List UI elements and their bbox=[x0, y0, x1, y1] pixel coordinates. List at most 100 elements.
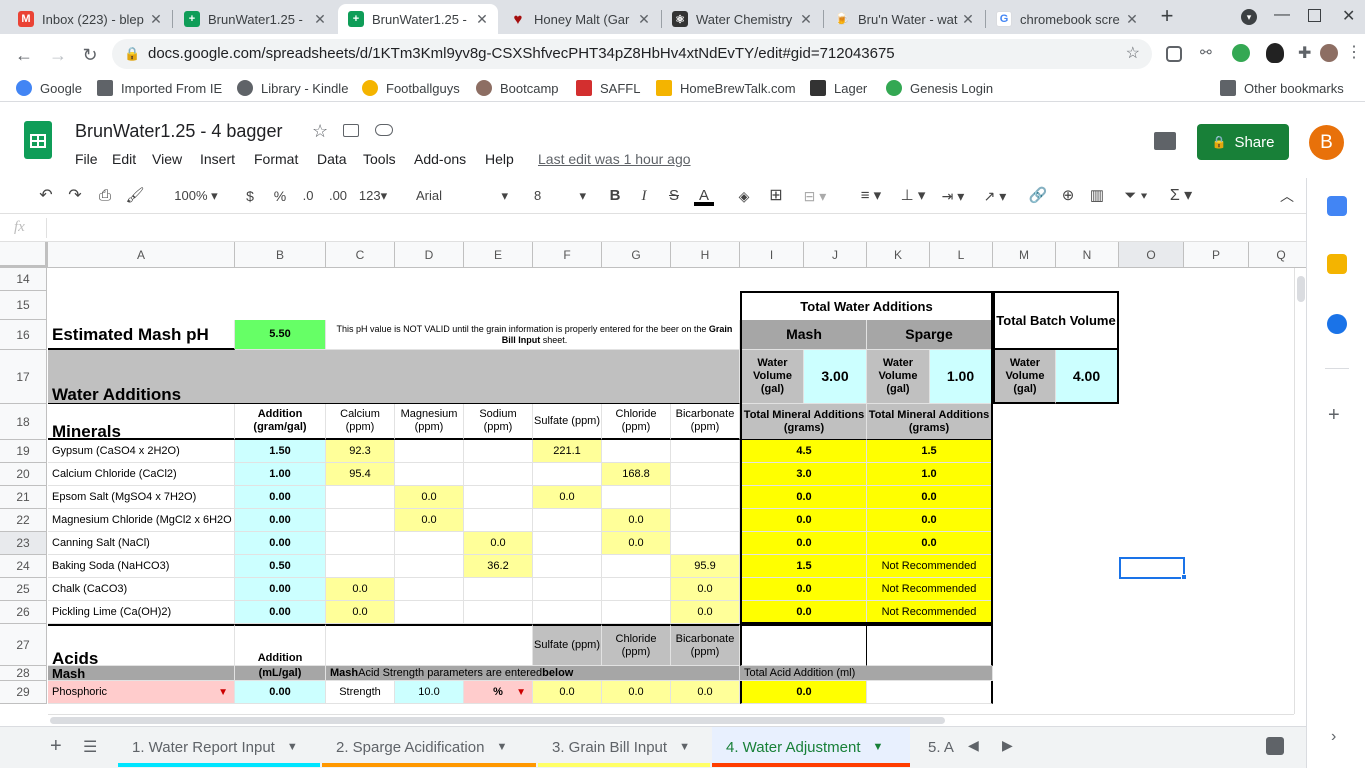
mineral-hco3-cell[interactable] bbox=[671, 509, 740, 532]
bookmark-star-icon[interactable]: ☆ bbox=[1126, 39, 1140, 69]
mash-mineral-total[interactable]: 3.0 bbox=[740, 463, 867, 486]
mineral-hco3-cell[interactable]: 0.0 bbox=[671, 578, 740, 601]
calcium-header[interactable]: Calcium (ppm) bbox=[326, 404, 395, 440]
mineral-ca-cell[interactable]: 0.0 bbox=[326, 601, 395, 624]
mash-acid-label[interactable]: Mash bbox=[48, 666, 235, 681]
minimize-icon[interactable]: — bbox=[1274, 6, 1290, 24]
mineral-addition-input[interactable]: 1.00 bbox=[235, 463, 326, 486]
mineral-so4-cell[interactable] bbox=[533, 532, 602, 555]
mash-mineral-total-header[interactable]: Total Mineral Additions (grams) bbox=[740, 404, 867, 440]
all-sheets-icon[interactable]: ☰ bbox=[83, 737, 97, 757]
row-header[interactable]: 23 bbox=[0, 532, 47, 555]
text-wrap-icon[interactable]: ⇥ ▾ bbox=[936, 186, 970, 206]
bookmark-lager[interactable]: Lager bbox=[810, 80, 867, 96]
sheet-tab-water-adjustment[interactable]: 4. Water Adjustment ▼ bbox=[712, 727, 910, 767]
move-folder-icon[interactable] bbox=[343, 124, 359, 137]
sheet-tab-grain-bill[interactable]: 3. Grain Bill Input ▼ bbox=[538, 727, 710, 767]
sparge-mineral-total[interactable]: 0.0 bbox=[867, 532, 993, 555]
close-icon[interactable]: ✕ bbox=[146, 11, 166, 28]
mineral-addition-input[interactable]: 1.50 bbox=[235, 440, 326, 463]
addition-header[interactable]: Addition (gram/gal) bbox=[235, 404, 326, 440]
row-header[interactable]: 25 bbox=[0, 578, 47, 601]
sulfate-header[interactable]: Sulfate (ppm) bbox=[533, 404, 602, 440]
mineral-so4-cell[interactable] bbox=[533, 601, 602, 624]
mash-water-volume-label[interactable]: Water Volume (gal) bbox=[740, 350, 804, 404]
grammarly-icon[interactable] bbox=[1232, 44, 1250, 62]
mash-mineral-total[interactable]: 0.0 bbox=[740, 532, 867, 555]
vertical-scroll-thumb[interactable] bbox=[1297, 276, 1305, 302]
mineral-ca-cell[interactable]: 92.3 bbox=[326, 440, 395, 463]
close-icon[interactable]: ✕ bbox=[634, 11, 654, 28]
formula-input[interactable] bbox=[50, 217, 1300, 239]
row-header[interactable]: 14 bbox=[0, 268, 47, 291]
more-formats[interactable]: 123▾ bbox=[356, 186, 390, 206]
mineral-addition-input[interactable]: 0.00 bbox=[235, 486, 326, 509]
url-input[interactable]: 🔒 docs.google.com/spreadsheets/d/1KTm3Km… bbox=[112, 39, 1152, 69]
sheet-tab-5[interactable]: 5. A bbox=[914, 727, 956, 767]
add-sheet-button[interactable]: + bbox=[50, 735, 62, 758]
back-button[interactable]: ← bbox=[10, 42, 38, 68]
mineral-na-cell[interactable] bbox=[464, 509, 533, 532]
mineral-mg-cell[interactable]: 0.0 bbox=[395, 486, 464, 509]
mineral-cl-cell[interactable] bbox=[602, 440, 671, 463]
sheet-tab-sparge[interactable]: 2. Sparge Acidification ▼ bbox=[322, 727, 536, 767]
mineral-name[interactable]: Epsom Salt (MgSO4 x 7H2O) bbox=[48, 486, 235, 509]
row-header[interactable]: 20 bbox=[0, 463, 47, 486]
sparge-mineral-total[interactable]: Not Recommended bbox=[867, 601, 993, 624]
water-additions-header[interactable]: Water Additions bbox=[48, 350, 740, 404]
mineral-name[interactable]: Chalk (CaCO3) bbox=[48, 578, 235, 601]
mineral-cl-cell[interactable] bbox=[602, 555, 671, 578]
menu-format[interactable]: Format bbox=[254, 151, 298, 167]
close-icon[interactable]: ✕ bbox=[310, 11, 330, 28]
total-water-additions-header[interactable]: Total Water Additions bbox=[740, 291, 993, 320]
browser-tab-sheets-1[interactable]: + BrunWater1.25 - ✕ bbox=[174, 4, 336, 34]
total-batch-volume-header[interactable]: Total Batch Volume bbox=[993, 291, 1119, 350]
new-tab-button[interactable]: + bbox=[1156, 5, 1178, 28]
mineral-name[interactable]: Magnesium Chloride (MgCl2 x 6H2O bbox=[48, 509, 235, 532]
menu-tools[interactable]: Tools bbox=[363, 151, 396, 167]
scroll-tabs-right-icon[interactable]: ▶ bbox=[1002, 737, 1013, 754]
row-header[interactable]: 22 bbox=[0, 509, 47, 532]
puzzle-icon[interactable]: ✚ bbox=[1298, 43, 1311, 63]
calendar-icon[interactable] bbox=[1327, 196, 1347, 216]
strength-unit-select[interactable]: % ▼ bbox=[464, 681, 533, 704]
column-header[interactable]: N bbox=[1056, 242, 1119, 268]
browser-tab-chromebook[interactable]: G chromebook scre ✕ bbox=[986, 4, 1148, 34]
row-header[interactable]: 15 bbox=[0, 291, 47, 320]
browser-tab-gmail[interactable]: M Inbox (223) - blep ✕ bbox=[8, 4, 172, 34]
restore-icon[interactable] bbox=[1308, 9, 1321, 22]
mineral-mg-cell[interactable] bbox=[395, 601, 464, 624]
fill-handle[interactable] bbox=[1181, 574, 1187, 580]
mash-acid-strength-note[interactable]: Mash Acid Strength parameters are entere… bbox=[326, 666, 740, 681]
acid-chloride-value[interactable]: 0.0 bbox=[602, 681, 671, 704]
column-header[interactable]: M bbox=[993, 242, 1056, 268]
paint-format-icon[interactable]: 🖌 bbox=[125, 186, 145, 206]
redo-icon[interactable]: ↷ bbox=[65, 186, 85, 206]
mash-mineral-total[interactable]: 0.0 bbox=[740, 509, 867, 532]
mineral-mg-cell[interactable] bbox=[395, 463, 464, 486]
mineral-na-cell[interactable] bbox=[464, 486, 533, 509]
tab-search-icon[interactable]: ▾ bbox=[1241, 9, 1257, 25]
sparge-water-volume-label[interactable]: Water Volume (gal) bbox=[867, 350, 930, 404]
horizontal-scrollbar[interactable] bbox=[48, 714, 1294, 726]
column-header[interactable]: L bbox=[930, 242, 993, 268]
mineral-addition-input[interactable]: 0.00 bbox=[235, 601, 326, 624]
acid-addition-input[interactable]: 0.00 bbox=[235, 681, 326, 704]
increase-decimal[interactable]: .00 bbox=[326, 186, 350, 206]
window-close-icon[interactable]: ✕ bbox=[1342, 6, 1355, 26]
column-header[interactable]: E bbox=[464, 242, 533, 268]
row-header[interactable]: 19 bbox=[0, 440, 47, 463]
column-header[interactable]: Q bbox=[1249, 242, 1306, 268]
mineral-so4-cell[interactable] bbox=[533, 555, 602, 578]
mineral-hco3-cell[interactable] bbox=[671, 440, 740, 463]
profile-avatar[interactable] bbox=[1320, 44, 1338, 62]
print-icon[interactable]: ⎙ bbox=[95, 186, 115, 206]
sparge-header[interactable]: Sparge bbox=[867, 320, 993, 350]
row-header[interactable]: 27 bbox=[0, 624, 47, 666]
mineral-ca-cell[interactable]: 95.4 bbox=[326, 463, 395, 486]
menu-view[interactable]: View bbox=[152, 151, 182, 167]
column-header[interactable]: H bbox=[671, 242, 740, 268]
sparge-water-volume-value[interactable]: 1.00 bbox=[930, 350, 993, 404]
menu-help[interactable]: Help bbox=[485, 151, 514, 167]
browser-tab-brun-water[interactable]: 🍺 Bru'n Water - wat ✕ bbox=[824, 4, 984, 34]
